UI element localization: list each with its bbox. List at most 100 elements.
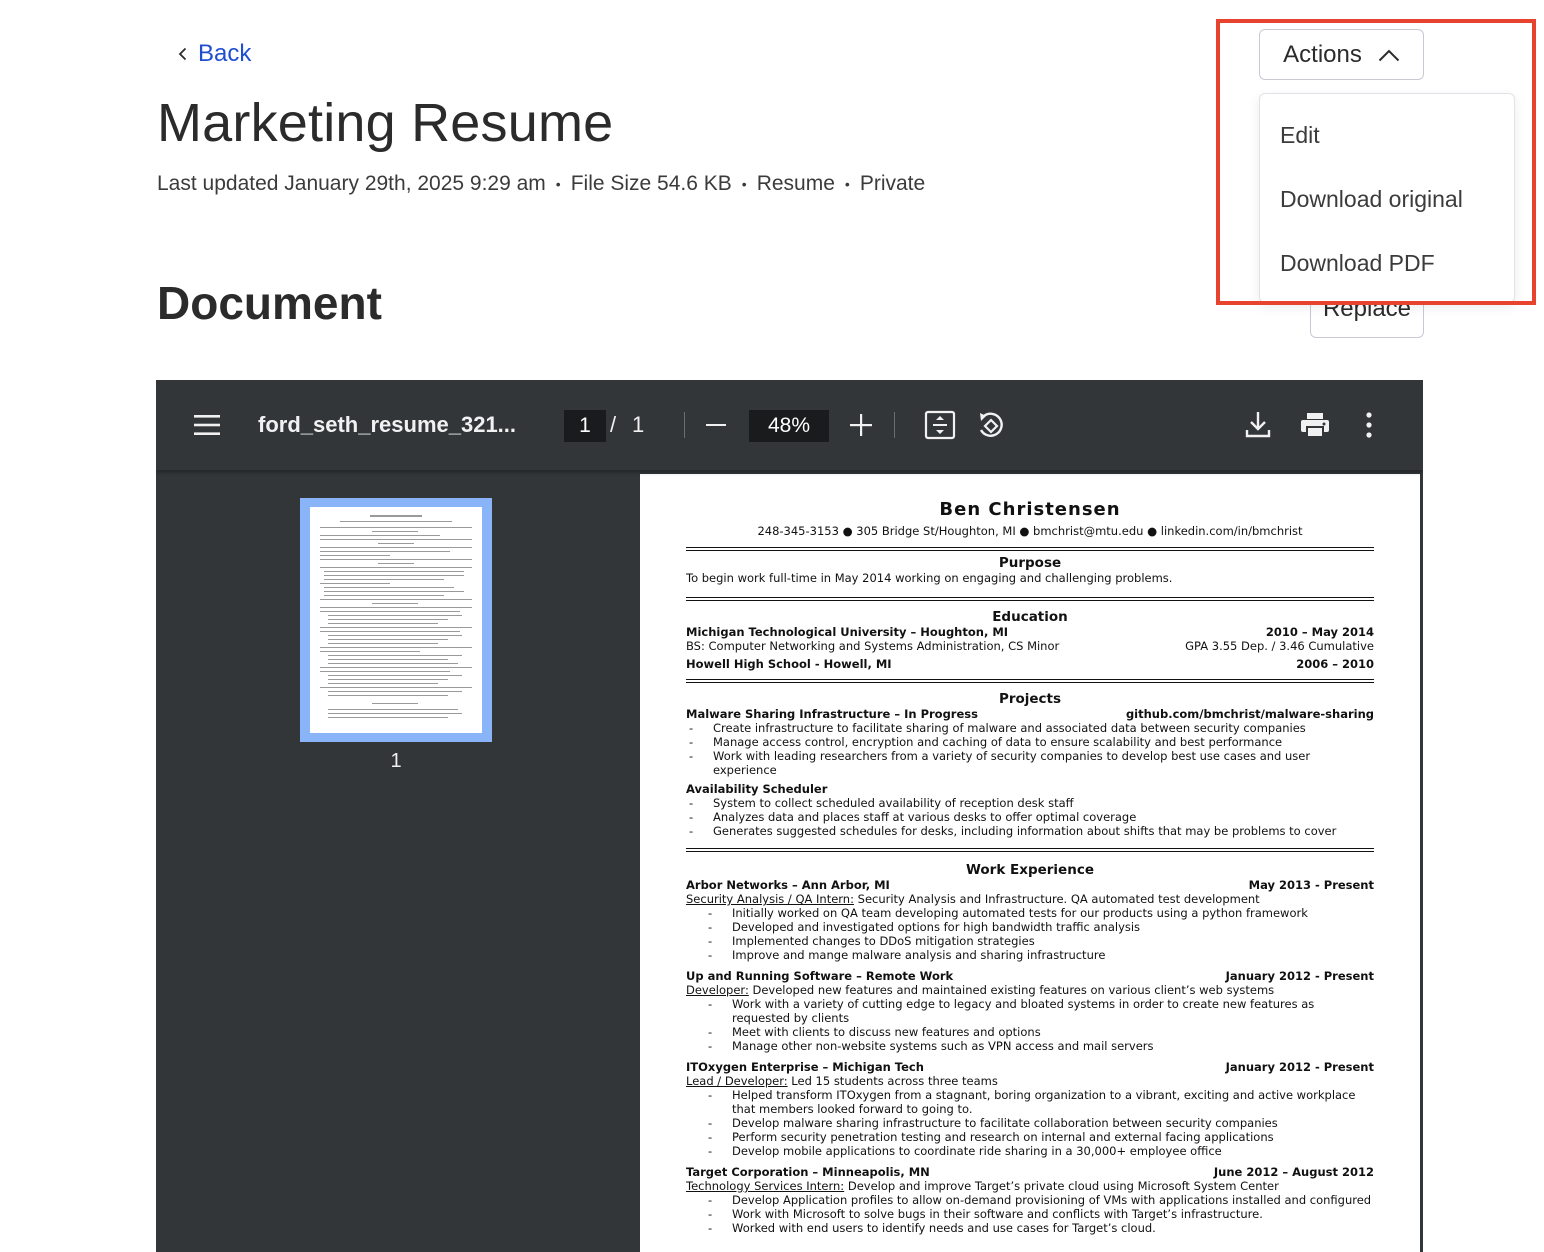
thumbnail-line (320, 627, 472, 628)
back-link[interactable]: Back (176, 40, 251, 68)
document-meta: Last updated January 29th, 2025 9:29 am … (157, 172, 925, 196)
zoom-input[interactable]: 48% (749, 410, 829, 442)
thumbnail-line (324, 571, 464, 572)
thumbnail-line (328, 623, 438, 624)
page-thumbnail[interactable] (300, 498, 492, 742)
thumbnail-line (328, 655, 462, 656)
thumbnail-line (370, 515, 422, 517)
edu-row: Michigan Technological University – Houg… (686, 625, 1374, 639)
list-item: - Improve and mange malware analysis and … (708, 948, 1106, 962)
job-entry: Target Corporation – Minneapolis, MN June… (686, 1165, 1374, 1235)
list-item: - Work with Microsoft to solve bugs in th… (708, 1207, 1263, 1221)
job-description: Develop and improve Target’s private clo… (844, 1179, 1279, 1193)
thumbnail-line (320, 611, 460, 612)
zoom-in-icon[interactable] (850, 414, 872, 436)
thumbnail-line (320, 631, 460, 632)
list-item: - Developed and investigated options for … (708, 920, 1141, 934)
thumbnail-line (320, 583, 390, 584)
thumbnail-line (328, 709, 458, 710)
thumbnail-line (320, 567, 472, 568)
project-link: github.com/bmchrist/malware-sharing (1125, 707, 1374, 721)
section-rule (686, 597, 1374, 601)
thumbnail-line (328, 619, 448, 620)
thumbnail-line (324, 595, 444, 596)
resume-name: Ben Christensen (939, 499, 1121, 520)
list-item: - Helped transform ITOxygen from a stagna… (708, 1088, 1356, 1116)
menu-item-download-pdf[interactable]: Download PDF (1260, 231, 1514, 295)
page-total: 1 (632, 412, 645, 437)
edu-row: BS: Computer Networking and Systems Admi… (686, 639, 1374, 653)
job-dates: January 2012 - Present (1225, 969, 1374, 983)
thumbnail-line (328, 635, 462, 636)
list-item: - Develop malware sharing infrastructure … (708, 1116, 1278, 1130)
pdf-viewer: ford_seth_resume_321... 1 / 1 48% 1 Ben … (156, 380, 1423, 1252)
thumbnail-line (320, 551, 450, 552)
job-description: Security Analysis and Infrastructure. QA… (853, 892, 1260, 906)
rotate-icon[interactable] (976, 410, 1006, 440)
thumbnail-line (320, 555, 390, 556)
job-entry: Up and Running Software – Remote Work Jan… (686, 969, 1374, 1053)
print-icon[interactable] (1300, 412, 1330, 438)
job-header: Target Corporation – Minneapolis, MN June… (686, 1165, 1374, 1179)
thumbnail-line (320, 527, 472, 528)
section-title: Education (992, 609, 1068, 625)
thumbnail-line (320, 651, 420, 652)
meta-separator: • (555, 176, 561, 192)
document-type: Resume (756, 172, 835, 195)
job-company: Up and Running Software – Remote Work (686, 969, 954, 983)
section-title: Work Experience (966, 862, 1094, 878)
project-row: Malware Sharing Infrastructure – In Prog… (686, 707, 1374, 721)
thumbnail-line (328, 695, 448, 696)
more-options-icon[interactable] (1366, 412, 1372, 438)
toolbar-divider (684, 412, 685, 438)
menu-item-download-original[interactable]: Download original (1260, 167, 1514, 231)
document-page: Ben Christensen 248-345-3153 ● 305 Bridg… (640, 474, 1420, 1252)
zoom-out-icon[interactable] (706, 424, 726, 426)
job-role: Security Analysis / QA Intern: (686, 892, 854, 906)
job-dates: June 2012 – August 2012 (1213, 1165, 1374, 1179)
thumbnail-line (328, 643, 438, 644)
thumbnail-line (328, 691, 462, 692)
fit-page-icon[interactable] (924, 410, 956, 440)
meta-separator: • (741, 176, 747, 192)
project-title: Availability Scheduler (686, 782, 828, 796)
thumbnail-line (320, 559, 472, 560)
thumbnail-page-number: 1 (390, 750, 402, 772)
project-title: Malware Sharing Infrastructure – In Prog… (686, 707, 978, 721)
page-number-input[interactable]: 1 (564, 410, 606, 442)
thumbnail-line (324, 587, 454, 588)
meta-separator: • (844, 176, 850, 192)
thumbnail-line (320, 599, 472, 600)
thumbnail-line (320, 607, 472, 608)
thumbnail-line (324, 591, 464, 592)
thumbnail-line (378, 563, 414, 564)
chevron-up-icon (1378, 49, 1400, 61)
thumbnail-line (320, 535, 440, 536)
download-icon[interactable] (1245, 410, 1271, 438)
job-description: Developed new features and maintained ex… (748, 983, 1275, 997)
list-item: - Work with a variety of cutting edge to … (708, 997, 1315, 1025)
page-separator: / (610, 412, 617, 437)
menu-icon[interactable] (194, 414, 220, 436)
section-title: Projects (998, 691, 1062, 707)
menu-item-edit[interactable]: Edit (1260, 103, 1514, 167)
job-header: ITOxygen Enterprise – Michigan Tech Janua… (686, 1060, 1374, 1074)
purpose-text: To begin work full-time in May 2014 work… (686, 571, 1173, 585)
edu-row: Howell High School - Howell, MI 2006 – 2… (686, 657, 1374, 671)
thumbnail-line (328, 639, 448, 640)
section-rule (686, 679, 1374, 683)
job-role-line: Technology Services Intern: Develop and … (686, 1179, 1374, 1193)
thumbnail-line (328, 713, 462, 714)
list-item: - Manage access control, encryption and c… (689, 735, 1283, 749)
thumbnail-line (328, 683, 438, 684)
job-header: Arbor Networks – Ann Arbor, MI May 2013 -… (686, 878, 1374, 892)
viewer-toolbar: ford_seth_resume_321... 1 / 1 48% (156, 380, 1423, 470)
last-updated: Last updated January 29th, 2025 9:29 am (157, 172, 546, 195)
thumbnail-line (320, 671, 450, 672)
job-role: Developer: (686, 983, 749, 997)
actions-button[interactable]: Actions (1259, 29, 1424, 80)
list-item: - Initially worked on QA team developing … (708, 906, 1308, 920)
section-rule (686, 848, 1374, 852)
list-item: - Perform security penetration testing an… (708, 1130, 1274, 1144)
thumbnail-preview (310, 507, 482, 733)
